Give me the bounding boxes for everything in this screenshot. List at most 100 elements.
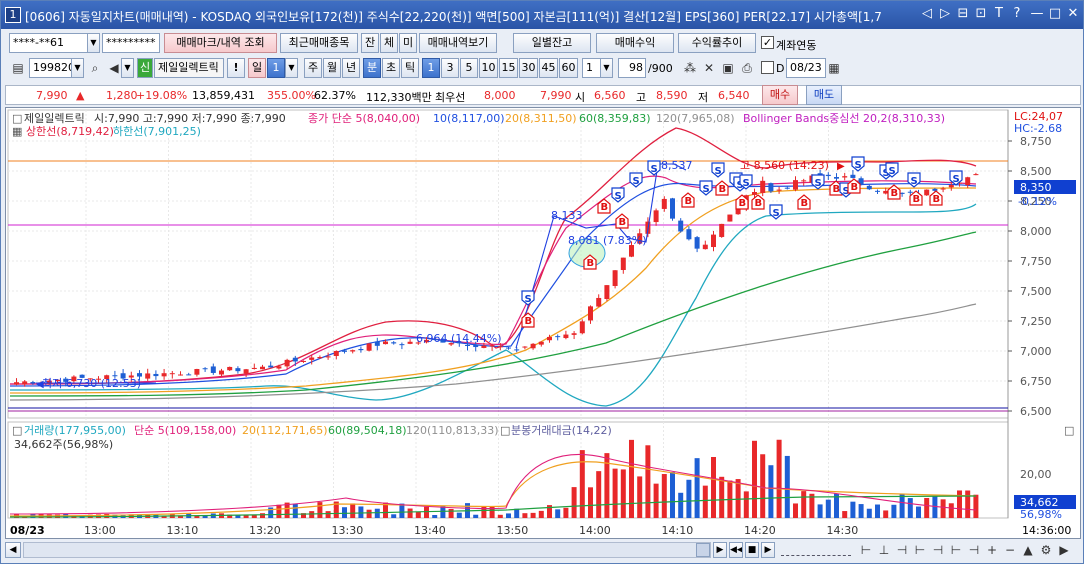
scroll-right-icon[interactable]: ▶ <box>713 542 727 558</box>
interval-45[interactable]: 45 <box>539 58 558 78</box>
profit-trend-button[interactable]: 수익률추이 <box>678 33 756 53</box>
scroll-left-icon[interactable]: ◀ <box>5 542 21 558</box>
tool-f-icon[interactable]: ⊢ <box>947 541 965 559</box>
period-num[interactable]: 1 <box>267 58 285 78</box>
speed-slider[interactable] <box>781 544 851 556</box>
recent-stocks-button[interactable]: 최근매매종목 <box>280 33 358 53</box>
stop-icon[interactable]: ■ <box>745 542 759 558</box>
price-volume-chart[interactable]: 최저 6,730 (12:53) ◀ 6,964 (14.44%) 8,133 … <box>6 108 1080 538</box>
candle-body <box>276 366 282 369</box>
interval-60[interactable]: 60 <box>559 58 578 78</box>
interval-1[interactable]: 1 <box>422 58 440 78</box>
candle-body <box>850 174 856 178</box>
legend-stock-name: 제일일렉트릭 <box>24 111 85 125</box>
daily-balance-button[interactable]: 일별잔고 <box>513 33 591 53</box>
period-week[interactable]: 주 <box>304 58 322 78</box>
mark-letter: S <box>743 178 750 189</box>
period-year[interactable]: 년 <box>342 58 360 78</box>
save-icon[interactable]: ▣ <box>719 59 737 77</box>
candle-body <box>497 346 503 348</box>
mark-letter: S <box>633 176 640 187</box>
screen-icon[interactable]: ⊡ <box>973 5 989 23</box>
volume-bar <box>825 499 831 518</box>
period-day[interactable]: 일 <box>248 58 266 78</box>
trade-history-button[interactable]: 매매내역보기 <box>419 33 497 53</box>
tool-b-icon[interactable]: ⊥ <box>875 541 893 559</box>
print-icon[interactable]: ⎙ <box>738 59 756 77</box>
interval-5[interactable]: 5 <box>460 58 478 78</box>
tab-jan[interactable]: 잔 <box>361 33 379 53</box>
trade-profit-button[interactable]: 매매수익 <box>596 33 674 53</box>
search-icon[interactable]: ⌕ <box>86 59 104 77</box>
password-field[interactable]: ********* <box>102 33 160 53</box>
alert-icon[interactable]: ! <box>227 58 245 78</box>
volume-bar <box>776 439 782 518</box>
tab-che[interactable]: 체 <box>380 33 398 53</box>
period-tick[interactable]: 틱 <box>401 58 419 78</box>
volume-bar <box>973 494 979 518</box>
buy-button[interactable]: 매수 <box>762 85 798 105</box>
y-tick-label: 8,500 <box>1020 165 1052 178</box>
sell-mark: S <box>611 187 625 203</box>
period-minute[interactable]: 분 <box>363 58 381 78</box>
tool-d-icon[interactable]: ⊢ <box>911 541 929 559</box>
zoom-in-icon[interactable]: + <box>983 541 1001 559</box>
account-link-checkbox[interactable]: ✓ <box>761 36 774 49</box>
code-dropdown-icon[interactable]: ▼ <box>71 58 84 78</box>
help-icon[interactable]: ? <box>1009 5 1025 23</box>
legend-ohlc: 시:7,990 고:7,990 저:7,990 종:7,990 <box>94 112 286 125</box>
layout-icon[interactable]: ⊟ <box>955 5 971 23</box>
tool-c-icon[interactable]: ⊣ <box>893 541 911 559</box>
account-dropdown-icon[interactable]: ▼ <box>87 33 100 53</box>
volume-bar <box>793 503 798 518</box>
mark-query-button[interactable]: 매매마크/내역 조회 <box>164 33 277 53</box>
play-icon[interactable]: ▶ <box>761 542 775 558</box>
volume-bar <box>940 499 946 518</box>
period-dropdown-icon[interactable]: ▼ <box>285 58 298 78</box>
sell-button[interactable]: 매도 <box>806 85 842 105</box>
interval-15[interactable]: 15 <box>499 58 518 78</box>
zoom-out-icon[interactable]: − <box>1001 541 1019 559</box>
minimize-icon[interactable]: — <box>1029 5 1045 23</box>
indicator-icon[interactable]: ✕ <box>700 59 718 77</box>
count-field[interactable]: 98 <box>618 58 646 78</box>
code-type-icon[interactable]: ▤ <box>9 59 27 77</box>
tool-a-icon[interactable]: ⊢ <box>857 541 875 559</box>
interval-dropdown-icon[interactable]: ▼ <box>600 58 613 78</box>
interval-30[interactable]: 30 <box>519 58 538 78</box>
calendar-icon[interactable]: ▦ <box>825 59 843 77</box>
chart-area[interactable]: 최저 6,730 (12:53) ◀ 6,964 (14.44%) 8,133 … <box>5 107 1081 539</box>
tool-e-icon[interactable]: ⊣ <box>929 541 947 559</box>
candle-body <box>940 188 946 190</box>
tab-mi[interactable]: 미 <box>399 33 417 53</box>
candle-body <box>948 185 954 188</box>
stock-name: 제일일렉트릭 <box>154 58 224 78</box>
scrollbar-track[interactable] <box>23 542 711 558</box>
interval-10[interactable]: 10 <box>479 58 498 78</box>
current-vol-pct: 56,98% <box>1020 508 1062 521</box>
scrollbar-thumb[interactable] <box>696 543 710 557</box>
expand-icon[interactable]: ▶ <box>1055 541 1073 559</box>
account-select[interactable]: ****-**61 <box>9 33 99 53</box>
close-icon[interactable]: ✕ <box>1065 5 1081 23</box>
period-month[interactable]: 월 <box>323 58 341 78</box>
maximize-icon[interactable]: □ <box>1047 5 1063 23</box>
tool-icon[interactable]: ⁂ <box>681 59 699 77</box>
mark-letter: S <box>855 160 862 171</box>
up-icon[interactable]: ▲ <box>1019 541 1037 559</box>
font-icon[interactable]: T <box>991 5 1007 23</box>
settings-icon[interactable]: ⚙ <box>1037 541 1055 559</box>
date-checkbox[interactable] <box>761 61 774 74</box>
interval-3[interactable]: 3 <box>441 58 459 78</box>
period-second[interactable]: 초 <box>382 58 400 78</box>
candle-body <box>784 187 790 189</box>
tool-g-icon[interactable]: ⊣ <box>965 541 983 559</box>
stock-code-field[interactable]: 199820 <box>29 58 73 78</box>
volume-bar <box>743 491 749 518</box>
speaker-dropdown-icon[interactable]: ▼ <box>121 58 134 78</box>
date-field[interactable]: 08/23 <box>786 58 826 78</box>
candle-body <box>219 370 224 375</box>
prev-icon[interactable]: ◁ <box>919 5 935 23</box>
rewind-icon[interactable]: ◀◀ <box>729 542 743 558</box>
next-icon[interactable]: ▷ <box>937 5 953 23</box>
